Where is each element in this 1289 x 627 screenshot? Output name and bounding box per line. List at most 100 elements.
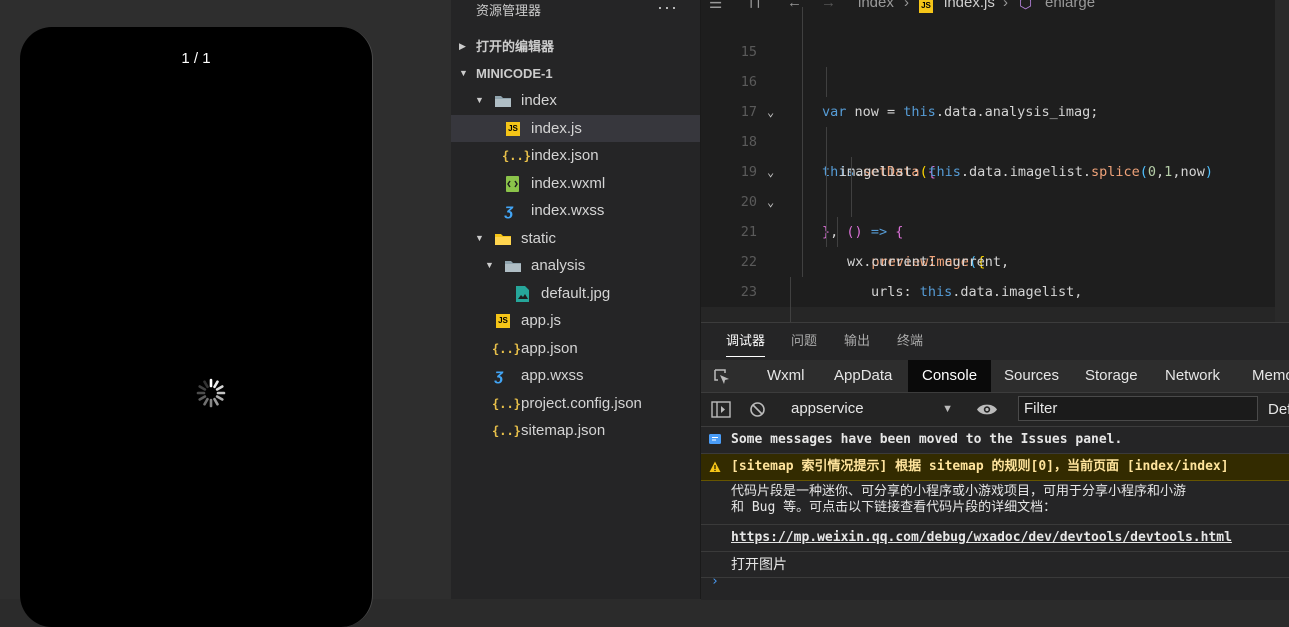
panel-tabs: 调试器 问题 输出 终端	[701, 323, 1289, 359]
simulator-panel: 1 / 1	[0, 0, 452, 627]
tree-item-label: sitemap.json	[521, 422, 606, 439]
code-line[interactable]: 21 urls: this.data.imagelist,	[701, 187, 1289, 300]
console-message-warning: [sitemap 索引情况提示] 根据 sitemap 的规则[0]，当前页面 …	[701, 454, 1289, 481]
tree-item-app-wxss[interactable]: ʒ app.wxss	[451, 362, 700, 390]
loading-spinner-icon	[196, 378, 226, 408]
tree-item-label: project.config.json	[521, 394, 642, 412]
phone-screen[interactable]: 1 / 1	[20, 27, 373, 627]
tree-item-default-jpg[interactable]: default.jpg	[451, 280, 700, 308]
tab-wxml[interactable]: Wxml	[767, 360, 805, 392]
code-line[interactable]: 19 ⌄ wx.previewImage({	[701, 127, 1289, 270]
tab-debugger[interactable]: 调试器	[726, 323, 766, 359]
file-explorer: 资源管理器 ··· ▶ 打开的编辑器 ▼ MINICODE-1 ▼ index …	[451, 0, 701, 599]
tab-network[interactable]: Network	[1165, 360, 1220, 392]
docs-link[interactable]: https://mp.weixin.qq.com/debug/wxadoc/de…	[731, 530, 1232, 545]
dropdown-arrow-icon: ▼	[942, 403, 953, 415]
tree-item-label: analysis	[531, 257, 586, 274]
code-line[interactable]: 18 ⌄ }, () => {	[701, 97, 1289, 240]
tree-item-label: app.wxss	[521, 367, 584, 384]
more-actions-icon[interactable]: ···	[657, 0, 678, 18]
tab-appdata[interactable]: AppData	[834, 360, 892, 392]
wxml-file-icon	[506, 175, 519, 192]
chevron-down-icon: ▼	[475, 95, 484, 105]
eye-icon[interactable]	[976, 402, 998, 417]
message-text: 打开图片	[731, 556, 787, 572]
tree-item-label: index	[521, 92, 557, 109]
json-file-icon: {..}	[492, 396, 521, 411]
tree-item-index-json[interactable]: {..} index.json	[451, 142, 700, 170]
code-line[interactable]: 23 })	[701, 247, 1289, 300]
code-line[interactable]: 22 })	[701, 217, 1289, 322]
tab-console[interactable]: Console	[908, 360, 992, 392]
tree-item-label: index.js	[531, 119, 582, 137]
tree-item-index-wxss[interactable]: ʒ index.wxss	[451, 197, 700, 225]
console-messages: Some messages have been moved to the Iss…	[701, 427, 1289, 600]
image-file-icon	[516, 285, 529, 302]
tree-item-sitemap-json[interactable]: {..} sitemap.json	[451, 417, 700, 445]
tree-item-index-folder[interactable]: ▼ index	[451, 87, 700, 115]
tab-sources[interactable]: Sources	[1004, 360, 1059, 392]
chevron-right-icon: ▶	[459, 41, 466, 51]
tree-item-static-folder[interactable]: ▼ static	[451, 225, 700, 253]
log-levels-select[interactable]: Def	[1268, 393, 1289, 426]
tree-item-label: app.json	[521, 339, 578, 357]
tab-output[interactable]: 输出	[844, 323, 870, 359]
tree-item-app-json[interactable]: {..} app.json	[451, 335, 700, 363]
tab-memory[interactable]: Memo	[1252, 360, 1289, 392]
tab-terminal[interactable]: 终端	[897, 323, 923, 359]
tree-item-label: index.wxss	[531, 202, 605, 219]
code-line-current[interactable]: 25	[701, 307, 1289, 322]
tree-item-analysis-folder[interactable]: ▼ analysis	[451, 252, 700, 280]
json-file-icon: {..}	[502, 149, 531, 163]
tree-item-index-js[interactable]: JS index.js	[451, 114, 700, 142]
inspect-element-icon[interactable]	[713, 368, 731, 386]
explorer-title: 资源管理器	[476, 3, 542, 18]
tree-item-label: default.jpg	[541, 284, 611, 302]
image-preview-counter: 1 / 1	[181, 50, 211, 67]
tree-item-project-config-json[interactable]: {..} project.config.json	[451, 390, 700, 418]
code-editor[interactable]: ☰ ⊓ ← → index › JS index.js › ⬡ enlarge …	[701, 0, 1289, 322]
console-message-log: 打开图片	[701, 552, 1289, 578]
message-icon	[709, 434, 721, 444]
explorer-header: 资源管理器 ···	[451, 0, 700, 24]
section-project[interactable]: ▼ MINICODE-1	[451, 60, 700, 87]
chevron-down-icon: ▼	[475, 232, 484, 243]
console-prompt-icon[interactable]: ›	[711, 574, 719, 589]
wxss-file-icon: ʒ	[495, 367, 504, 384]
sidebar-toggle-icon[interactable]	[711, 401, 731, 418]
section-label: 打开的编辑器	[476, 39, 555, 54]
json-file-icon: {..}	[492, 424, 521, 438]
message-text-line: 代码片段是一种迷你、可分享的小程序或小游戏项目，可用于分享小程序和小游	[731, 484, 1187, 499]
filter-input[interactable]	[1018, 396, 1258, 421]
console-message-info: Some messages have been moved to the Iss…	[701, 427, 1289, 454]
tab-problems[interactable]: 问题	[791, 323, 817, 359]
json-file-icon: {..}	[492, 341, 521, 356]
code-line[interactable]: 24 console.log("打开图片")	[701, 277, 1289, 322]
javascript-file-icon: JS	[506, 121, 520, 136]
clear-console-icon[interactable]	[749, 401, 766, 418]
code-line[interactable]: 16 ⌄ this.setData({	[701, 37, 1289, 180]
wxss-file-icon: ʒ	[505, 202, 514, 219]
section-open-editors[interactable]: ▶ 打开的编辑器	[451, 33, 700, 60]
tree-item-app-js[interactable]: JS app.js	[451, 307, 700, 335]
tab-storage[interactable]: Storage	[1085, 360, 1138, 392]
javascript-file-icon: JS	[496, 314, 510, 328]
context-select[interactable]: appservice ▼	[791, 399, 953, 419]
warning-icon	[709, 461, 721, 472]
tree-item-label: index.wxml	[531, 174, 606, 192]
folder-open-icon	[495, 233, 511, 245]
tree-item-index-wxml[interactable]: index.wxml	[451, 170, 700, 198]
console-message-text: 代码片段是一种迷你、可分享的小程序或小游戏项目，可用于分享小程序和小游 和 Bu…	[701, 481, 1289, 525]
tree-item-label: static	[521, 229, 557, 247]
code-line[interactable]: 17 imagelist: this.data.imagelist.splice…	[701, 67, 1289, 180]
folder-open-icon	[505, 261, 521, 272]
code-line[interactable]: 20 current: current,	[701, 157, 1289, 270]
message-text-line: 和 Bug 等。可点击以下链接查看代码片段的详细文档：	[731, 500, 1057, 515]
tree-item-label: index.json	[531, 147, 599, 164]
code-line[interactable]: 15 var now = this.data.analysis_imag;	[701, 7, 1289, 120]
section-label: MINICODE-1	[476, 66, 553, 81]
editor-scrollbar[interactable]	[1275, 0, 1289, 322]
folder-open-icon	[495, 96, 511, 107]
console-message-link: https://mp.weixin.qq.com/debug/wxadoc/de…	[701, 525, 1289, 552]
message-text: Some messages have been moved to the Iss…	[731, 432, 1123, 447]
